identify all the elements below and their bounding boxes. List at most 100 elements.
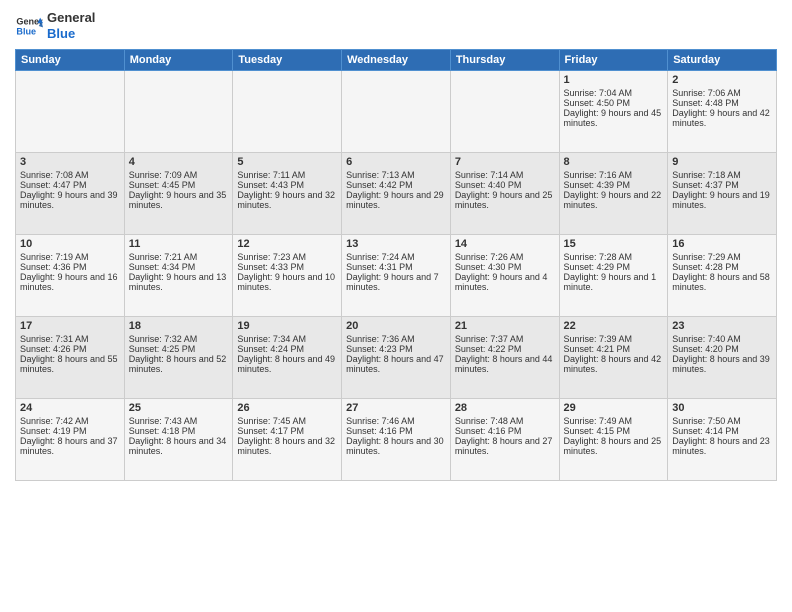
- day-number: 10: [20, 238, 120, 250]
- day-info: Daylight: 9 hours and 16 minutes.: [20, 272, 120, 292]
- calendar-week-row: 3Sunrise: 7:08 AMSunset: 4:47 PMDaylight…: [16, 153, 777, 235]
- day-number: 21: [455, 320, 555, 332]
- day-info: Daylight: 9 hours and 10 minutes.: [237, 272, 337, 292]
- day-info: Daylight: 9 hours and 35 minutes.: [129, 190, 229, 210]
- day-info: Sunset: 4:39 PM: [564, 180, 664, 190]
- day-number: 1: [564, 74, 664, 86]
- day-info: Sunrise: 7:40 AM: [672, 334, 772, 344]
- logo-blue: Blue: [47, 26, 95, 42]
- calendar-cell: 9Sunrise: 7:18 AMSunset: 4:37 PMDaylight…: [668, 153, 777, 235]
- day-info: Daylight: 8 hours and 58 minutes.: [672, 272, 772, 292]
- day-info: Daylight: 9 hours and 13 minutes.: [129, 272, 229, 292]
- day-info: Daylight: 8 hours and 34 minutes.: [129, 436, 229, 456]
- day-info: Sunrise: 7:24 AM: [346, 252, 446, 262]
- day-info: Sunrise: 7:39 AM: [564, 334, 664, 344]
- calendar-cell: [124, 71, 233, 153]
- calendar-cell: 13Sunrise: 7:24 AMSunset: 4:31 PMDayligh…: [342, 235, 451, 317]
- day-info: Daylight: 8 hours and 27 minutes.: [455, 436, 555, 456]
- calendar-cell: 18Sunrise: 7:32 AMSunset: 4:25 PMDayligh…: [124, 317, 233, 399]
- day-info: Sunrise: 7:48 AM: [455, 416, 555, 426]
- day-info: Daylight: 8 hours and 39 minutes.: [672, 354, 772, 374]
- page-container: General Blue General Blue SundayMondayTu…: [0, 0, 792, 612]
- day-info: Sunset: 4:25 PM: [129, 344, 229, 354]
- day-info: Sunrise: 7:43 AM: [129, 416, 229, 426]
- calendar-week-row: 17Sunrise: 7:31 AMSunset: 4:26 PMDayligh…: [16, 317, 777, 399]
- calendar-cell: [342, 71, 451, 153]
- day-number: 29: [564, 402, 664, 414]
- day-info: Sunset: 4:14 PM: [672, 426, 772, 436]
- day-info: Sunrise: 7:13 AM: [346, 170, 446, 180]
- day-number: 14: [455, 238, 555, 250]
- day-info: Sunrise: 7:49 AM: [564, 416, 664, 426]
- day-info: Sunset: 4:29 PM: [564, 262, 664, 272]
- calendar-cell: 25 Sunrise: 7:43 AMSunset: 4:18 PMDayligh…: [124, 399, 233, 481]
- day-info: Sunset: 4:22 PM: [455, 344, 555, 354]
- calendar-cell: 21Sunrise: 7:37 AMSunset: 4:22 PMDayligh…: [450, 317, 559, 399]
- day-number: 8: [564, 156, 664, 168]
- day-info: Sunset: 4:43 PM: [237, 180, 337, 190]
- day-info: Daylight: 9 hours and 29 minutes.: [346, 190, 446, 210]
- day-info: Daylight: 8 hours and 25 minutes.: [564, 436, 664, 456]
- header: General Blue General Blue: [15, 10, 777, 41]
- calendar-cell: 22Sunrise: 7:39 AMSunset: 4:21 PMDayligh…: [559, 317, 668, 399]
- calendar-header-thursday: Thursday: [450, 50, 559, 71]
- day-info: Sunset: 4:40 PM: [455, 180, 555, 190]
- day-info: Daylight: 9 hours and 45 minutes.: [564, 108, 664, 128]
- day-info: Sunrise: 7:21 AM: [129, 252, 229, 262]
- day-info: Sunrise: 7:28 AM: [564, 252, 664, 262]
- day-number: 28: [455, 402, 555, 414]
- day-number: 9: [672, 156, 772, 168]
- day-info: Sunrise: 7:34 AM: [237, 334, 337, 344]
- day-number: 11: [129, 238, 229, 250]
- day-info: Daylight: 9 hours and 39 minutes.: [20, 190, 120, 210]
- calendar-cell: 23Sunrise: 7:40 AMSunset: 4:20 PMDayligh…: [668, 317, 777, 399]
- day-info: Sunrise: 7:04 AM: [564, 88, 664, 98]
- calendar-cell: [233, 71, 342, 153]
- day-info: Sunrise: 7:16 AM: [564, 170, 664, 180]
- day-info: Sunrise: 7:29 AM: [672, 252, 772, 262]
- logo-general: General: [47, 10, 95, 26]
- calendar-cell: 19Sunrise: 7:34 AMSunset: 4:24 PMDayligh…: [233, 317, 342, 399]
- calendar-cell: 1Sunrise: 7:04 AMSunset: 4:50 PMDaylight…: [559, 71, 668, 153]
- day-number: 25: [129, 402, 229, 414]
- day-info: Daylight: 9 hours and 42 minutes.: [672, 108, 772, 128]
- day-info: Daylight: 8 hours and 47 minutes.: [346, 354, 446, 374]
- calendar-cell: [16, 71, 125, 153]
- day-info: Sunrise: 7:14 AM: [455, 170, 555, 180]
- day-number: 2: [672, 74, 772, 86]
- day-info: Sunset: 4:36 PM: [20, 262, 120, 272]
- day-info: Sunrise: 7:32 AM: [129, 334, 229, 344]
- day-info: Daylight: 8 hours and 55 minutes.: [20, 354, 120, 374]
- day-info: Sunset: 4:28 PM: [672, 262, 772, 272]
- calendar-header-monday: Monday: [124, 50, 233, 71]
- day-info: Sunset: 4:21 PM: [564, 344, 664, 354]
- calendar-cell: 28Sunrise: 7:48 AMSunset: 4:16 PMDayligh…: [450, 399, 559, 481]
- calendar-cell: 7Sunrise: 7:14 AMSunset: 4:40 PMDaylight…: [450, 153, 559, 235]
- calendar-cell: [450, 71, 559, 153]
- calendar-cell: 3Sunrise: 7:08 AMSunset: 4:47 PMDaylight…: [16, 153, 125, 235]
- day-number: 18: [129, 320, 229, 332]
- calendar-cell: 24Sunrise: 7:42 AMSunset: 4:19 PMDayligh…: [16, 399, 125, 481]
- day-info: Sunrise: 7:09 AM: [129, 170, 229, 180]
- day-number: 30: [672, 402, 772, 414]
- calendar-cell: 30Sunrise: 7:50 AMSunset: 4:14 PMDayligh…: [668, 399, 777, 481]
- day-number: 17: [20, 320, 120, 332]
- day-number: 6: [346, 156, 446, 168]
- calendar-cell: 2Sunrise: 7:06 AMSunset: 4:48 PMDaylight…: [668, 71, 777, 153]
- calendar-cell: 15Sunrise: 7:28 AMSunset: 4:29 PMDayligh…: [559, 235, 668, 317]
- calendar-header-sunday: Sunday: [16, 50, 125, 71]
- day-info: Sunset: 4:48 PM: [672, 98, 772, 108]
- calendar-header-wednesday: Wednesday: [342, 50, 451, 71]
- day-info: Sunrise: 7:26 AM: [455, 252, 555, 262]
- calendar-cell: 26Sunrise: 7:45 AMSunset: 4:17 PMDayligh…: [233, 399, 342, 481]
- day-info: Daylight: 8 hours and 49 minutes.: [237, 354, 337, 374]
- day-info: Sunset: 4:18 PM: [129, 426, 229, 436]
- calendar-cell: 6Sunrise: 7:13 AMSunset: 4:42 PMDaylight…: [342, 153, 451, 235]
- day-info: Sunset: 4:24 PM: [237, 344, 337, 354]
- day-info: Sunrise: 7:45 AM: [237, 416, 337, 426]
- day-info: Daylight: 9 hours and 1 minute.: [564, 272, 664, 292]
- day-info: Daylight: 8 hours and 42 minutes.: [564, 354, 664, 374]
- calendar-cell: 27Sunrise: 7:46 AMSunset: 4:16 PMDayligh…: [342, 399, 451, 481]
- day-info: Sunset: 4:37 PM: [672, 180, 772, 190]
- calendar-cell: 20Sunrise: 7:36 AMSunset: 4:23 PMDayligh…: [342, 317, 451, 399]
